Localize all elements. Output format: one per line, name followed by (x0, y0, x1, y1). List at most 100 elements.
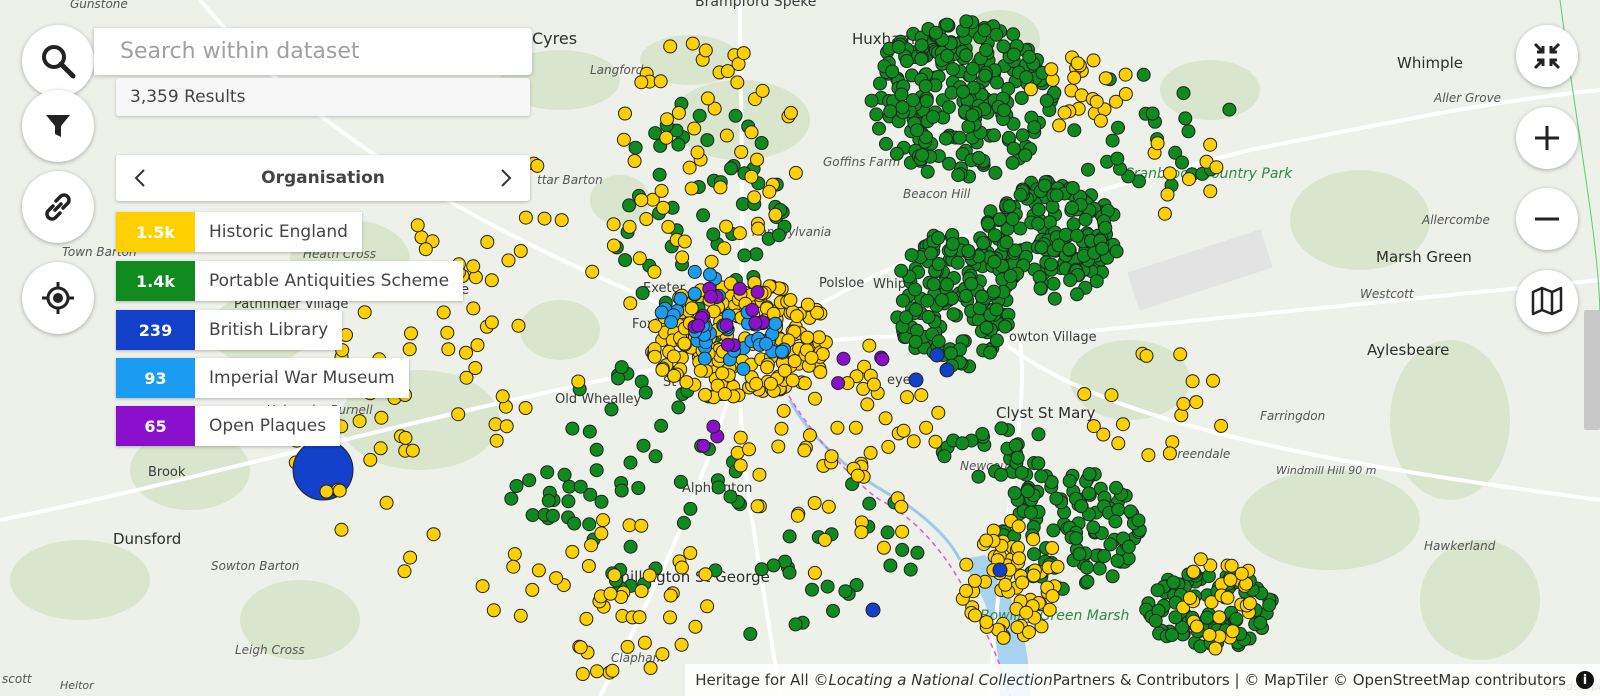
data-point (703, 289, 718, 304)
data-point (987, 254, 1002, 269)
legend-item-imperial-war-museum[interactable]: 93 Imperial War Museum (116, 358, 409, 398)
data-point (1145, 106, 1160, 121)
data-point (1186, 564, 1201, 579)
data-point (666, 349, 681, 364)
data-point (1052, 118, 1067, 133)
data-point (1065, 181, 1080, 195)
data-point (581, 559, 596, 573)
data-point (397, 564, 412, 579)
data-point (573, 479, 588, 494)
data-point (850, 468, 865, 483)
data-point (571, 374, 586, 389)
data-point (352, 414, 367, 429)
locate-button[interactable] (22, 262, 94, 334)
data-point (979, 43, 994, 57)
data-point (730, 75, 745, 90)
data-point (623, 296, 638, 311)
filter-icon (46, 115, 70, 137)
filter-button[interactable] (22, 90, 94, 162)
data-point (979, 615, 994, 630)
data-point (903, 562, 918, 577)
place-label: Old Whealley (555, 392, 642, 407)
data-point (745, 302, 760, 317)
data-point (1045, 589, 1060, 603)
data-point (531, 563, 546, 578)
data-point (983, 345, 998, 360)
facet-next-button[interactable] (494, 166, 518, 190)
data-point (1162, 166, 1177, 181)
data-point (1164, 628, 1179, 642)
zoom-out-button[interactable] (1516, 188, 1578, 250)
legend-item-historic-england[interactable]: 1.5k Historic England (116, 212, 362, 252)
data-point (654, 183, 669, 198)
attribution-italic[interactable]: Locating a National Collection (828, 671, 1052, 689)
data-point (1234, 566, 1249, 581)
zoom-in-button[interactable] (1516, 107, 1578, 169)
data-point (605, 663, 620, 678)
data-point (848, 420, 863, 435)
data-point (754, 562, 769, 577)
facet-prev-button[interactable] (128, 166, 152, 190)
data-point (1044, 62, 1059, 77)
legend-item-open-plaques[interactable]: 65 Open Plaques (116, 406, 341, 446)
info-icon[interactable]: i (1576, 671, 1594, 689)
data-point (1174, 408, 1189, 423)
data-point (895, 542, 910, 557)
data-point (1026, 532, 1041, 547)
data-point (914, 38, 929, 53)
place-label: Gunstone (70, 0, 128, 11)
data-point (749, 376, 764, 391)
legend-label: Portable Antiquities Scheme (209, 271, 450, 291)
data-point (682, 160, 697, 175)
data-point (774, 344, 789, 359)
data-point (1165, 435, 1180, 450)
data-point (926, 277, 941, 292)
data-point (1203, 184, 1218, 199)
data-point (864, 93, 879, 108)
scrollbar[interactable] (1584, 310, 1600, 430)
data-point (782, 529, 797, 544)
data-point (988, 165, 1003, 180)
data-point (807, 565, 822, 580)
search-input[interactable] (94, 38, 532, 65)
data-point (813, 365, 828, 379)
data-point (734, 145, 749, 159)
data-point (545, 508, 560, 523)
data-point (410, 218, 425, 233)
legend-item-portable-antiquities[interactable]: 1.4k Portable Antiquities Scheme (116, 261, 464, 301)
legend-item-british-library[interactable]: 239 British Library (116, 310, 343, 350)
data-point (1178, 111, 1193, 126)
data-point (671, 137, 686, 152)
data-point (1078, 212, 1093, 227)
collapse-button[interactable] (1516, 25, 1578, 87)
data-point (920, 293, 935, 308)
data-point (499, 419, 514, 434)
search-button[interactable] (22, 25, 94, 97)
data-point (776, 403, 791, 418)
data-point (1031, 202, 1046, 217)
data-point (941, 100, 956, 115)
data-point (800, 297, 815, 312)
map-style-button[interactable] (1516, 270, 1578, 332)
link-button[interactable] (22, 171, 94, 243)
data-point (654, 305, 669, 320)
data-point (860, 397, 875, 412)
data-point (1034, 469, 1049, 484)
data-point (1003, 269, 1018, 283)
data-point (1019, 70, 1034, 85)
data-point (959, 48, 974, 63)
data-point (866, 377, 881, 392)
data-point (987, 228, 1002, 243)
data-point (883, 104, 898, 119)
data-point (1045, 541, 1060, 555)
data-point (522, 473, 537, 488)
chevron-left-icon (134, 169, 145, 187)
data-point (436, 305, 451, 320)
data-point (910, 545, 925, 560)
data-point (820, 579, 835, 594)
data-point (1242, 596, 1257, 611)
attribution-prefix: Heritage for All © (695, 671, 829, 689)
data-point (1034, 240, 1049, 255)
data-point (920, 164, 935, 179)
data-point (931, 231, 946, 245)
